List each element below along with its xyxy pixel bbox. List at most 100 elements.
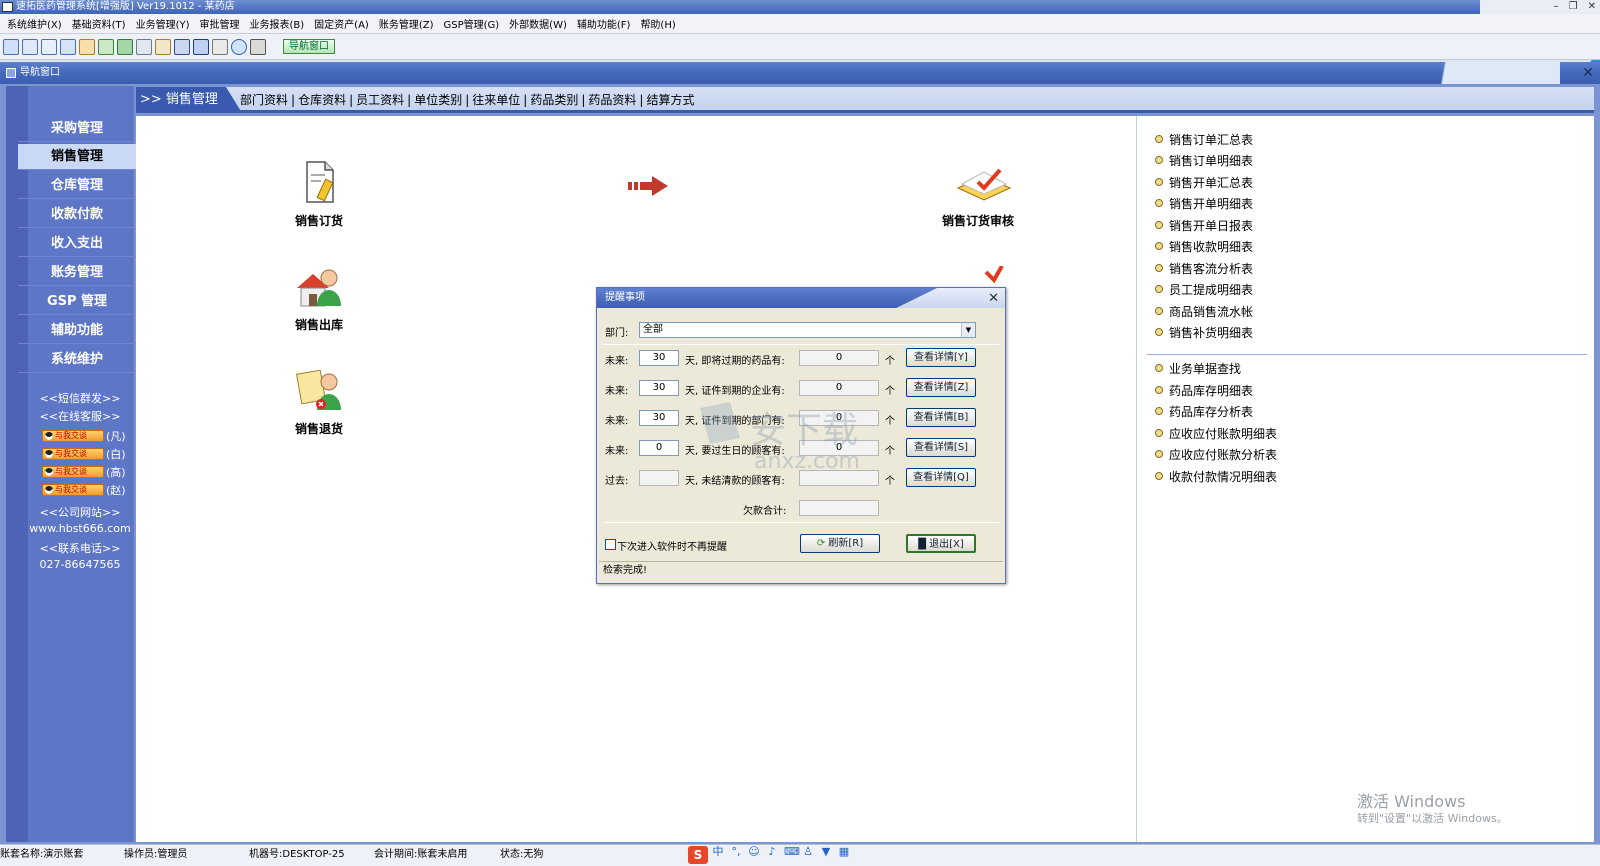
- link-drug-categories[interactable]: 药品类别: [530, 93, 578, 107]
- sidebar-item-tools[interactable]: 辅助功能: [18, 318, 136, 344]
- dropdown-arrow-icon[interactable]: ▼: [961, 323, 975, 337]
- sidebar-item-purchase[interactable]: 采购管理: [18, 116, 136, 142]
- report-link[interactable]: 药品库存明细表: [1155, 382, 1253, 399]
- report-link[interactable]: 销售订单汇总表: [1155, 131, 1253, 148]
- link-employees[interactable]: 员工资料: [356, 93, 404, 107]
- qq-chat-badge[interactable]: 与我交谈: [42, 448, 104, 460]
- keyboard-icon[interactable]: ⌨: [784, 845, 800, 859]
- edit-icon[interactable]: [155, 38, 171, 55]
- mail-icon[interactable]: [174, 38, 190, 55]
- sidebar-item-income-expense[interactable]: 收入支出: [18, 231, 136, 257]
- nav-window-close-icon[interactable]: ✕: [1582, 62, 1594, 84]
- link-unit-categories[interactable]: 单位类别: [414, 93, 462, 107]
- link-drugs[interactable]: 药品资料: [588, 93, 636, 107]
- sidebar-item-warehouse[interactable]: 仓库管理: [18, 173, 136, 199]
- view-details-button[interactable]: 查看详情[Y]: [906, 348, 976, 367]
- menu-tools[interactable]: 辅助功能(F): [572, 16, 636, 31]
- sales-out-flow[interactable]: 销售出库: [274, 262, 364, 333]
- days-input[interactable]: 30: [639, 350, 679, 366]
- report-link[interactable]: 员工提成明细表: [1155, 281, 1253, 298]
- users-icon[interactable]: [117, 38, 133, 55]
- folder-icon[interactable]: [79, 38, 95, 55]
- report-link[interactable]: 销售客流分析表: [1155, 260, 1253, 277]
- menu-system[interactable]: 系统维护(X): [2, 16, 67, 31]
- current-module-tab[interactable]: >> 销售管理: [136, 87, 242, 113]
- menu-external-data[interactable]: 外部数据(W): [504, 16, 572, 31]
- title-bar: 速拓医药管理系统[增强版] Ver19.1012 - 某药店 – ❐ ✕: [0, 0, 1600, 14]
- sidebar-item-sales[interactable]: 销售管理: [18, 144, 136, 170]
- website-link[interactable]: www.hbst666.com: [20, 522, 140, 535]
- skin-icon[interactable]: ▼: [820, 845, 832, 859]
- report-link[interactable]: 销售补货明细表: [1155, 324, 1253, 341]
- days-input[interactable]: 30: [639, 410, 679, 426]
- print-icon[interactable]: [212, 38, 228, 55]
- report-link[interactable]: 商品销售流水帐: [1155, 303, 1253, 320]
- sidebar-item-payments[interactable]: 收款付款: [18, 202, 136, 228]
- sms-link[interactable]: <<短信群发>>: [20, 390, 140, 406]
- sales-return-flow[interactable]: 销售退货: [274, 366, 364, 437]
- qq-chat-badge[interactable]: 与我交谈: [42, 484, 104, 496]
- refresh-button[interactable]: ⟳ 刷新[R]: [800, 534, 880, 553]
- link-departments[interactable]: 部门资料: [240, 93, 288, 107]
- menu-approval[interactable]: 审批管理: [195, 16, 245, 31]
- sidebar-item-accounts[interactable]: 账务管理: [18, 260, 136, 286]
- monitor-icon[interactable]: [60, 38, 76, 55]
- exit-button[interactable]: █ 退出[X]: [906, 534, 976, 553]
- no-remind-checkbox[interactable]: [605, 539, 616, 550]
- qq-chat-badge[interactable]: 与我交谈: [42, 466, 104, 478]
- chinese-mode-icon[interactable]: 中: [712, 845, 724, 859]
- report-link[interactable]: 业务单据查找: [1155, 360, 1241, 377]
- minimize-icon[interactable]: –: [1554, 0, 1559, 14]
- qq-chat-badge[interactable]: 与我交谈: [42, 430, 104, 442]
- exit-icon[interactable]: [250, 38, 266, 55]
- microphone-icon[interactable]: ♪: [766, 845, 778, 859]
- sidebar-item-system[interactable]: 系统维护: [18, 347, 136, 373]
- report-link[interactable]: 销售订单明细表: [1155, 152, 1253, 169]
- sogou-ime-icon[interactable]: S: [688, 846, 708, 864]
- report-link[interactable]: 销售开单日报表: [1155, 217, 1253, 234]
- refresh-icon[interactable]: [98, 38, 114, 55]
- window-icon[interactable]: [3, 38, 19, 55]
- menu-business[interactable]: 业务管理(Y): [131, 16, 195, 31]
- days-input[interactable]: [639, 470, 679, 486]
- menu-help[interactable]: 帮助(H): [635, 16, 680, 31]
- report-link[interactable]: 销售开单明细表: [1155, 195, 1253, 212]
- nav-window-button[interactable]: 导航窗口: [283, 39, 335, 54]
- menu-fixed-assets[interactable]: 固定资产(A): [309, 16, 374, 31]
- days-input[interactable]: 0: [639, 440, 679, 456]
- report-link[interactable]: 药品库存分析表: [1155, 403, 1253, 420]
- report-link[interactable]: 销售开单汇总表: [1155, 174, 1253, 191]
- link-warehouses[interactable]: 仓库资料: [298, 93, 346, 107]
- help-icon[interactable]: [231, 38, 247, 55]
- dept-select[interactable]: 全部 ▼: [639, 322, 976, 338]
- restore-icon[interactable]: ❐: [1569, 0, 1578, 14]
- cascade-icon[interactable]: [41, 38, 57, 55]
- link-settlement-methods[interactable]: 结算方式: [646, 93, 694, 107]
- report-link[interactable]: 应收应付账款明细表: [1155, 425, 1277, 442]
- tree-icon[interactable]: [136, 38, 152, 55]
- emoji-icon[interactable]: ☺: [748, 845, 760, 859]
- user-icon[interactable]: ♙: [802, 845, 814, 859]
- dialog-close-icon[interactable]: ✕: [988, 289, 999, 309]
- days-input[interactable]: 30: [639, 380, 679, 396]
- report-link[interactable]: 收款付款情况明细表: [1155, 468, 1277, 485]
- menu-basic-data[interactable]: 基础资料(T): [67, 16, 131, 31]
- sales-order-flow[interactable]: 销售订货: [274, 158, 364, 229]
- link-partners[interactable]: 往来单位: [472, 93, 520, 107]
- order-review-flow[interactable]: 销售订货审核: [928, 158, 1028, 229]
- count-field: 0: [799, 350, 879, 366]
- view-details-button[interactable]: 查看详情[Z]: [906, 378, 976, 397]
- menu-gsp[interactable]: GSP管理(G): [438, 16, 504, 31]
- report-link[interactable]: 销售收款明细表: [1155, 238, 1253, 255]
- list-icon[interactable]: [22, 38, 38, 55]
- count-field: 0: [799, 380, 879, 396]
- save-icon[interactable]: [193, 38, 209, 55]
- online-service-link[interactable]: <<在线客服>>: [20, 408, 140, 424]
- sidebar-item-gsp[interactable]: GSP 管理: [18, 289, 136, 315]
- menu-reports[interactable]: 业务报表(B): [245, 16, 310, 31]
- punctuation-icon[interactable]: °,: [730, 845, 742, 859]
- close-icon[interactable]: ✕: [1588, 0, 1596, 14]
- menu-accounts[interactable]: 账务管理(Z): [374, 16, 439, 31]
- toolbox-icon[interactable]: ▦: [838, 845, 850, 859]
- report-link[interactable]: 应收应付账款分析表: [1155, 446, 1277, 463]
